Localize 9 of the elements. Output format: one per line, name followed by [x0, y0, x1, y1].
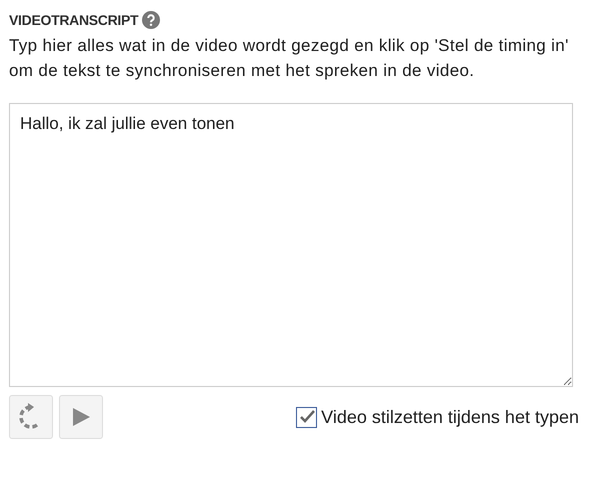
- section-heading: VIDEOTRANSCRIPT: [9, 12, 138, 28]
- instructions-text: Typ hier alles wat in de video wordt gezegd en klik op 'Stel de timing in' om de tekst te synchroniseren met het spreken in de video.: [9, 35, 570, 82]
- play-button[interactable]: [59, 395, 103, 439]
- checkbox-label[interactable]: Video stilzetten tijdens het typen: [321, 406, 579, 428]
- transcript-field[interactable]: Hallo, ik zal jullie even tonen: [9, 103, 573, 387]
- reload-button[interactable]: [9, 395, 53, 439]
- play-icon: [70, 406, 92, 428]
- checkbox[interactable]: [296, 406, 318, 428]
- help-icon[interactable]: [142, 11, 160, 29]
